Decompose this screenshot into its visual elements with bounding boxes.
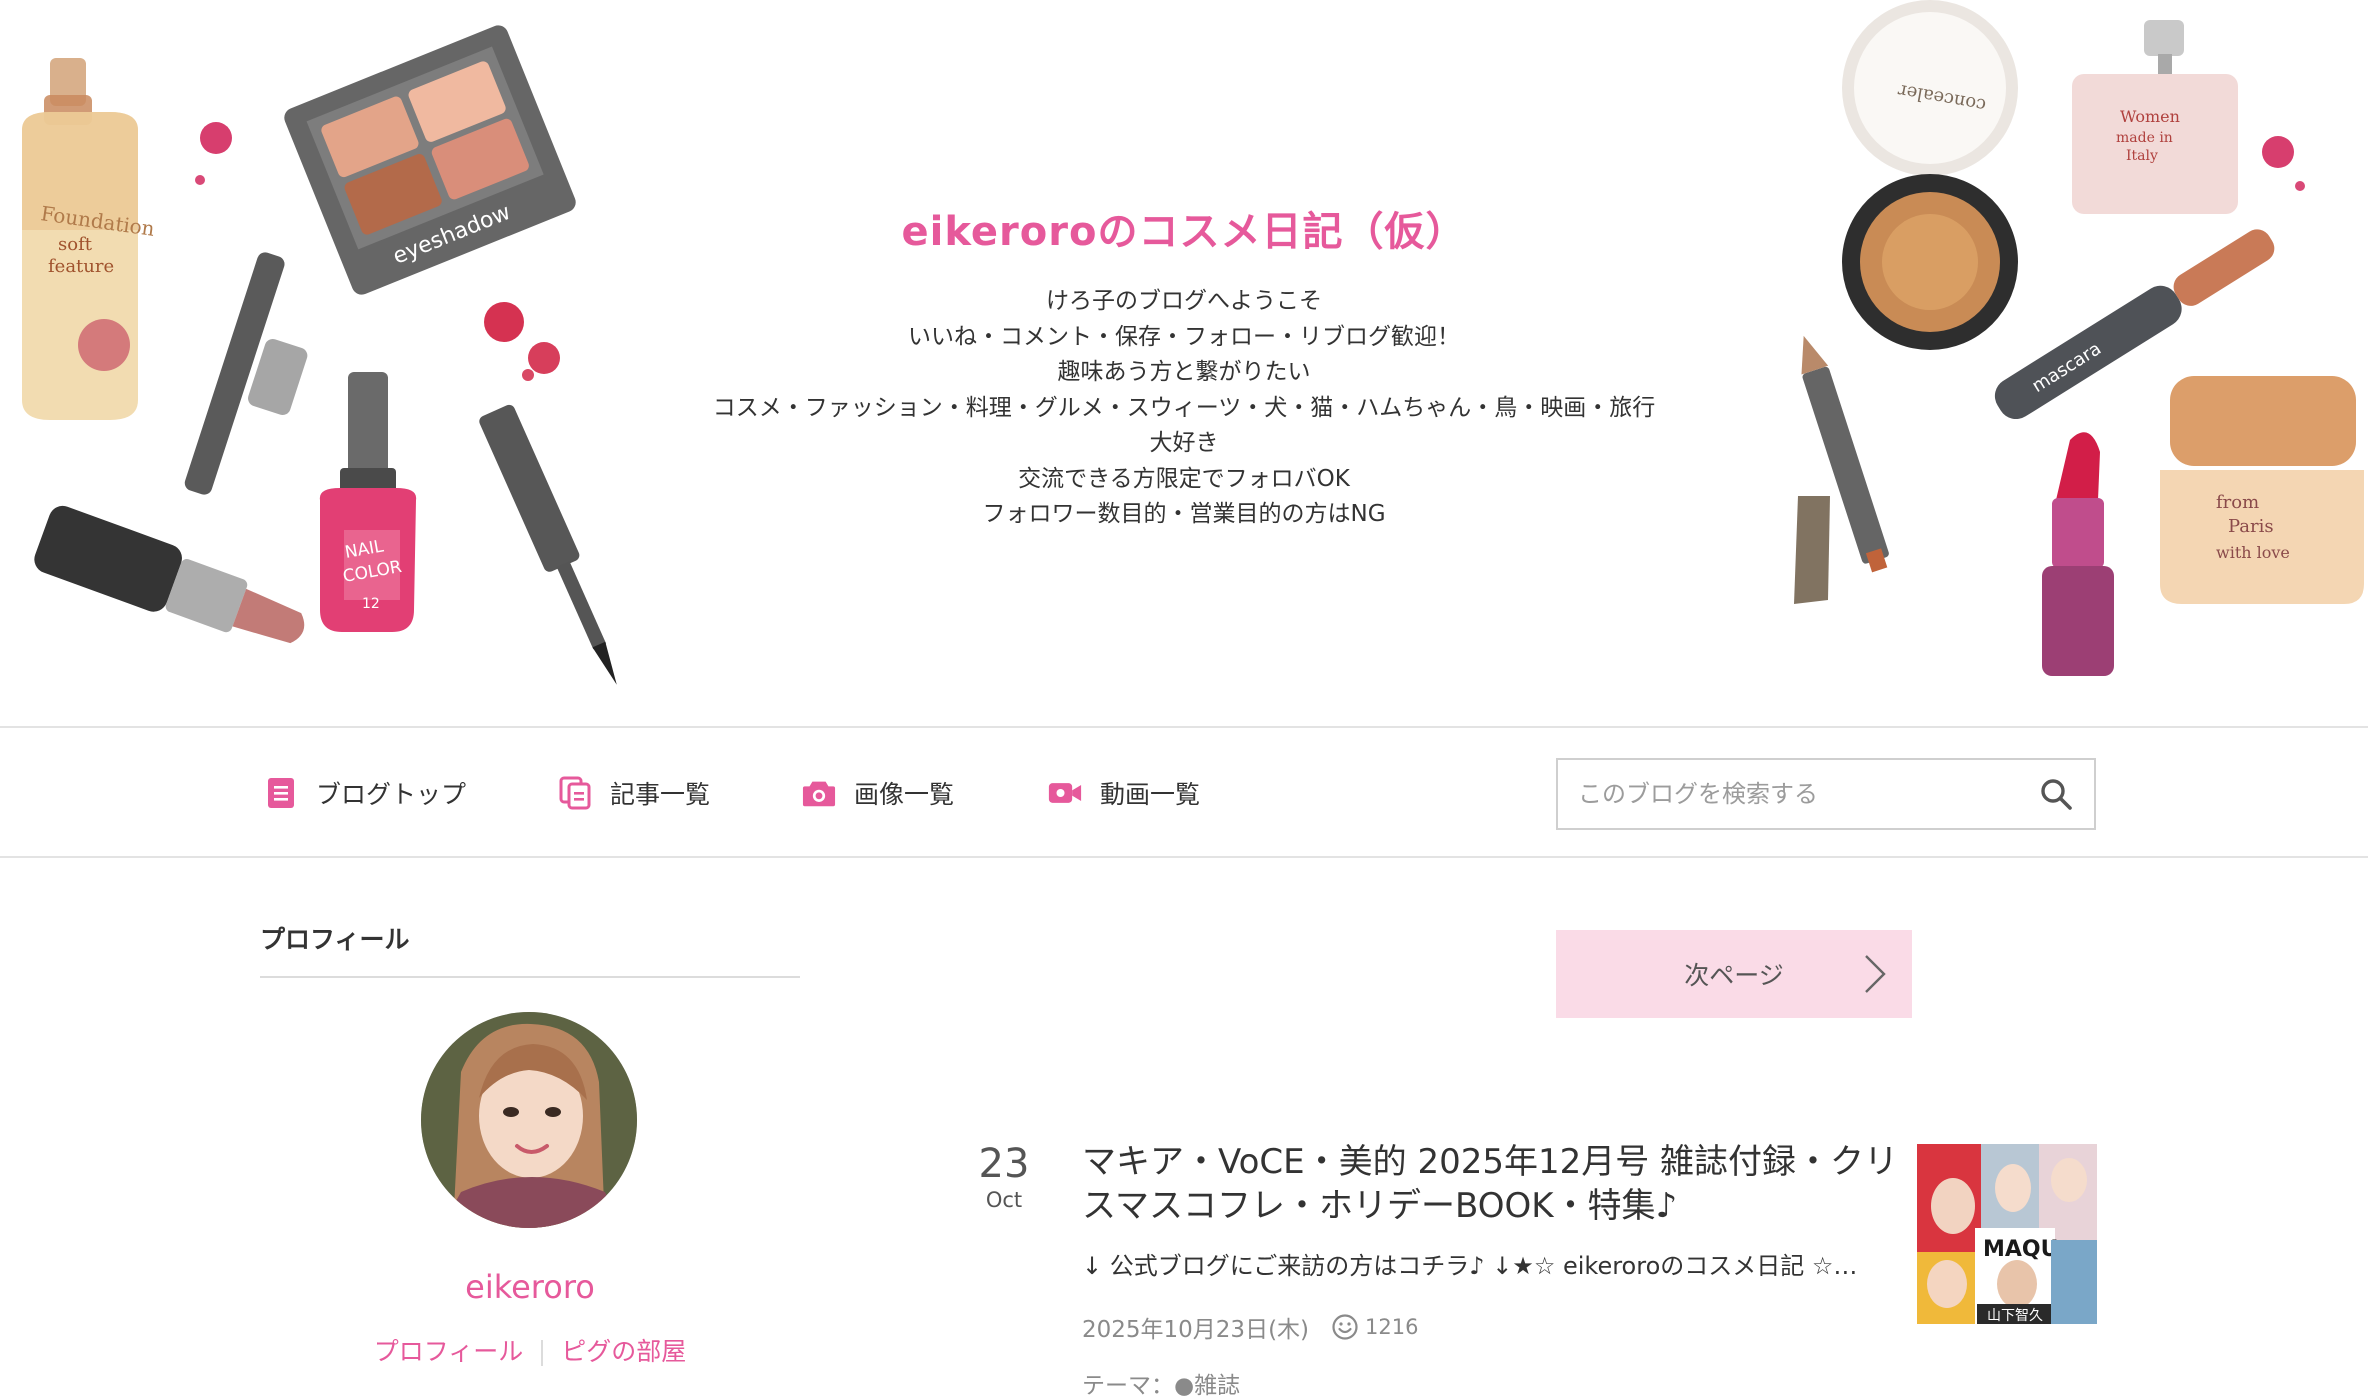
- nav-label: ブログトップ: [316, 780, 467, 809]
- description-line: 交流できる方限定でフォロバOK: [1018, 465, 1350, 492]
- svg-text:Italy: Italy: [2126, 148, 2158, 164]
- profile-link[interactable]: プロフィール: [374, 1337, 524, 1366]
- search-icon: [2041, 779, 2072, 810]
- profile-sidebar: プロフィール eikeroro プロフィール ピグの部屋: [260, 920, 800, 1366]
- smile-icon: [1332, 1314, 1358, 1340]
- pigg-room-link[interactable]: ピグの部屋: [561, 1337, 686, 1366]
- document-icon: [264, 776, 298, 810]
- svg-text:12: 12: [362, 596, 380, 612]
- blog-title[interactable]: eikeroroのコスメ日記（仮）: [584, 200, 1784, 264]
- theme-prefix: テーマ：: [1082, 1373, 1174, 1398]
- likes-value: 1216: [1365, 1315, 1419, 1339]
- description-line: 大好き: [1149, 430, 1219, 456]
- header-text: eikeroroのコスメ日記（仮） けろ子のブログへようこそ いいね・コメント・…: [584, 200, 1784, 533]
- description-line: けろ子のブログへようこそ: [1046, 288, 1322, 314]
- entry-date: 2025年10月23日(木): [1082, 1317, 1310, 1343]
- cosmetics-illustration-right: concealer Women made in Italy mascara fr…: [1794, 0, 2364, 676]
- svg-text:soft: soft: [58, 234, 93, 255]
- svg-text:Women: Women: [2120, 107, 2180, 126]
- avatar[interactable]: [421, 1012, 637, 1228]
- description-line: フォロワー数目的・営業目的の方はNG: [982, 501, 1386, 527]
- next-page-button[interactable]: 次ページ: [1556, 930, 1912, 1018]
- lipstick-illustration: [34, 505, 305, 644]
- description-line: コスメ・ファッション・料理・グルメ・スウィーツ・犬・猫・ハムちゃん・鳥・映画・旅…: [712, 394, 1656, 421]
- nail-polish-illustration: NAIL COLOR 12: [319, 372, 417, 632]
- video-icon: [1048, 776, 1082, 810]
- svg-text:Paris: Paris: [2228, 516, 2274, 537]
- camera-icon: [802, 776, 836, 810]
- search-input[interactable]: [1578, 760, 2018, 828]
- search-button[interactable]: [2036, 774, 2076, 814]
- theme-bullet: ●: [1174, 1373, 1195, 1398]
- nav-item-blog-top[interactable]: ブログトップ: [264, 770, 466, 816]
- likes-count[interactable]: 1216: [1331, 1313, 1418, 1341]
- entry-date-badge: 23 Oct: [960, 1140, 1048, 1212]
- link-divider: [541, 1340, 544, 1366]
- nav-item-images[interactable]: 画像一覧: [802, 770, 954, 816]
- entry-month: Oct: [985, 1188, 1023, 1212]
- entry-title[interactable]: マキア・VoCE・美的 2025年12月号 雑誌付録・クリスマスコフレ・ホリデー…: [1082, 1140, 1902, 1228]
- nav-label: 動画一覧: [1100, 780, 1201, 809]
- svg-text:山下智久: 山下智久: [1987, 1308, 2043, 1324]
- perfume-bottle-illustration: Women made in Italy: [2072, 20, 2238, 214]
- copy-icon: [558, 776, 592, 810]
- profile-heading: プロフィール: [260, 920, 800, 978]
- lipstick-right-illustration: [2042, 432, 2114, 676]
- svg-text:with love: with love: [2216, 543, 2290, 562]
- entry-thumbnail[interactable]: MAQU 山下智久: [1917, 1144, 2097, 1324]
- profile-links: プロフィール ピグの部屋: [260, 1332, 800, 1368]
- blog-description: けろ子のブログへようこそ いいね・コメント・保存・フォロー・リブログ歓迎！ 趣味…: [584, 284, 1784, 533]
- blog-header: Foundation soft feature eyeshadow NAIL C…: [0, 0, 2368, 726]
- mascara-illustration: [184, 252, 308, 495]
- search-box: [1556, 758, 2096, 830]
- eyeshadow-palette-illustration: eyeshadow: [284, 25, 576, 295]
- nav-item-videos[interactable]: 動画一覧: [1048, 770, 1200, 816]
- foundation-bottle-illustration: Foundation soft feature: [22, 58, 156, 420]
- blog-nav: ブログトップ 記事一覧 画像一覧 動画一覧 このブログを検索する: [0, 726, 2368, 858]
- nav-label: 画像一覧: [854, 780, 955, 809]
- svg-text:from: from: [2216, 492, 2259, 513]
- cream-jar-illustration: from Paris with love: [2160, 376, 2364, 604]
- entry-day: 23: [978, 1141, 1030, 1187]
- svg-text:made in: made in: [2116, 130, 2173, 146]
- svg-text:feature: feature: [48, 256, 114, 277]
- theme-link[interactable]: 雑誌: [1194, 1373, 1240, 1398]
- cosmetics-illustration-left: Foundation soft feature eyeshadow NAIL C…: [22, 25, 617, 685]
- brush-stroke-illustration: [1794, 496, 1830, 604]
- profile-name[interactable]: eikeroro: [260, 1268, 800, 1306]
- chevron-right-icon: [1865, 955, 1886, 993]
- concealer-compact-illustration: concealer: [1842, 0, 2018, 350]
- description-line: いいね・コメント・保存・フォロー・リブログ歓迎！: [908, 323, 1460, 350]
- nav-label: 記事一覧: [610, 780, 711, 809]
- entry-theme: テーマ：●雑誌: [1082, 1366, 1240, 1398]
- next-page-label: 次ページ: [1684, 961, 1784, 990]
- nav-item-articles[interactable]: 記事一覧: [558, 770, 710, 816]
- entry-meta: 2025年10月23日(木) 1216: [1082, 1310, 1418, 1344]
- description-line: 趣味あう方と繋がりたい: [1057, 359, 1311, 385]
- article-entry: 23 Oct マキア・VoCE・美的 2025年12月号 雑誌付録・クリスマスコ…: [960, 1140, 2100, 1398]
- entry-excerpt: ↓ 公式ブログにご来訪の方はコチラ♪ ↓★☆ eikeroroのコスメ日記 ☆…: [1082, 1252, 1858, 1280]
- svg-text:MAQU: MAQU: [1983, 1237, 2059, 1262]
